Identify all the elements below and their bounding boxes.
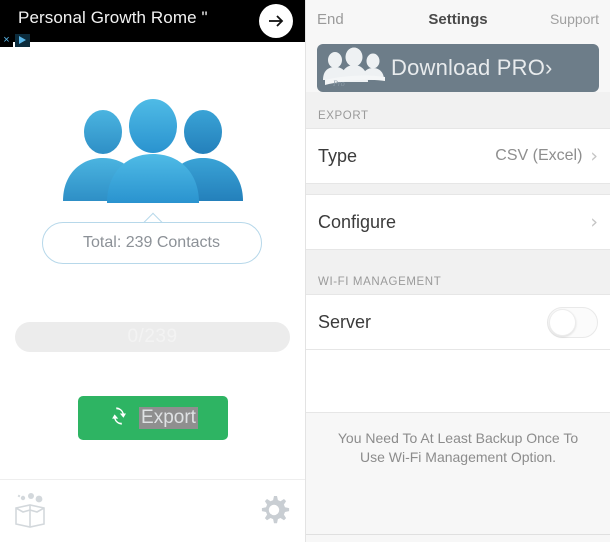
- left-bottom-toolbar: [0, 479, 305, 542]
- chevron-right-icon: ›: [590, 210, 598, 233]
- row-value-type: CSV (Excel): [495, 147, 583, 164]
- ad-text: Personal Growth Rome ": [18, 8, 208, 27]
- footer-note: You Need To At Least Backup Once To Use …: [306, 413, 610, 467]
- nav-end-button[interactable]: End: [317, 11, 344, 28]
- footer-divider: [306, 534, 610, 535]
- total-contacts-label: Total: 239 Contacts: [83, 234, 220, 251]
- download-pro-label: Download PRO›: [391, 55, 553, 80]
- adchoices-icon[interactable]: [15, 33, 30, 47]
- page-title: Settings: [428, 10, 488, 28]
- section-header-export: EXPORT: [306, 92, 610, 128]
- export-progress-bar: 0/239: [15, 322, 290, 352]
- close-icon[interactable]: ×: [0, 33, 13, 47]
- left-panel: Personal Growth Rome " × Total: 239 Cont…: [0, 0, 305, 542]
- nav-support-button[interactable]: Support: [550, 11, 599, 27]
- row-label-type: Type: [318, 145, 358, 166]
- settings-navbar: End Settings Support: [306, 0, 610, 38]
- bubble-body: Total: 239 Contacts: [41, 222, 262, 264]
- section-header-wifi: WI-FI MANAGEMENT: [306, 250, 610, 294]
- ad-badges: ×: [0, 33, 30, 47]
- row-label-server: Server: [318, 311, 372, 332]
- pro-people-icon: Pro: [317, 46, 391, 90]
- export-button-label: Export: [139, 407, 198, 429]
- sync-refresh-icon: [108, 405, 130, 432]
- total-contacts-bubble: Total: 239 Contacts: [41, 212, 264, 264]
- gear-icon[interactable]: [257, 493, 291, 527]
- ad-banner[interactable]: Personal Growth Rome ": [0, 0, 305, 42]
- settings-row-server[interactable]: Server: [306, 294, 610, 350]
- toggle-knob: [549, 308, 576, 336]
- svg-text:Pro: Pro: [332, 79, 345, 88]
- download-pro-button[interactable]: Pro Download PRO›: [317, 44, 599, 92]
- progress-label: 0/239: [127, 326, 178, 347]
- restore-box-icon[interactable]: [10, 492, 50, 530]
- three-people-icon: [53, 98, 253, 203]
- server-toggle[interactable]: [547, 306, 598, 338]
- settings-row-configure[interactable]: Configure ›: [306, 194, 610, 250]
- section-gap: [306, 184, 610, 194]
- app-window: Personal Growth Rome " × Total: 239 Cont…: [0, 0, 610, 542]
- export-button[interactable]: Export: [78, 396, 228, 440]
- settings-empty-area: [306, 350, 610, 413]
- arrow-right-icon[interactable]: [259, 4, 293, 38]
- right-panel: End Settings Support Pro Download PRO› E…: [305, 0, 610, 542]
- row-label-configure: Configure: [318, 211, 397, 232]
- chevron-right-icon: ›: [590, 144, 598, 167]
- settings-row-type[interactable]: Type CSV (Excel) ›: [306, 128, 610, 184]
